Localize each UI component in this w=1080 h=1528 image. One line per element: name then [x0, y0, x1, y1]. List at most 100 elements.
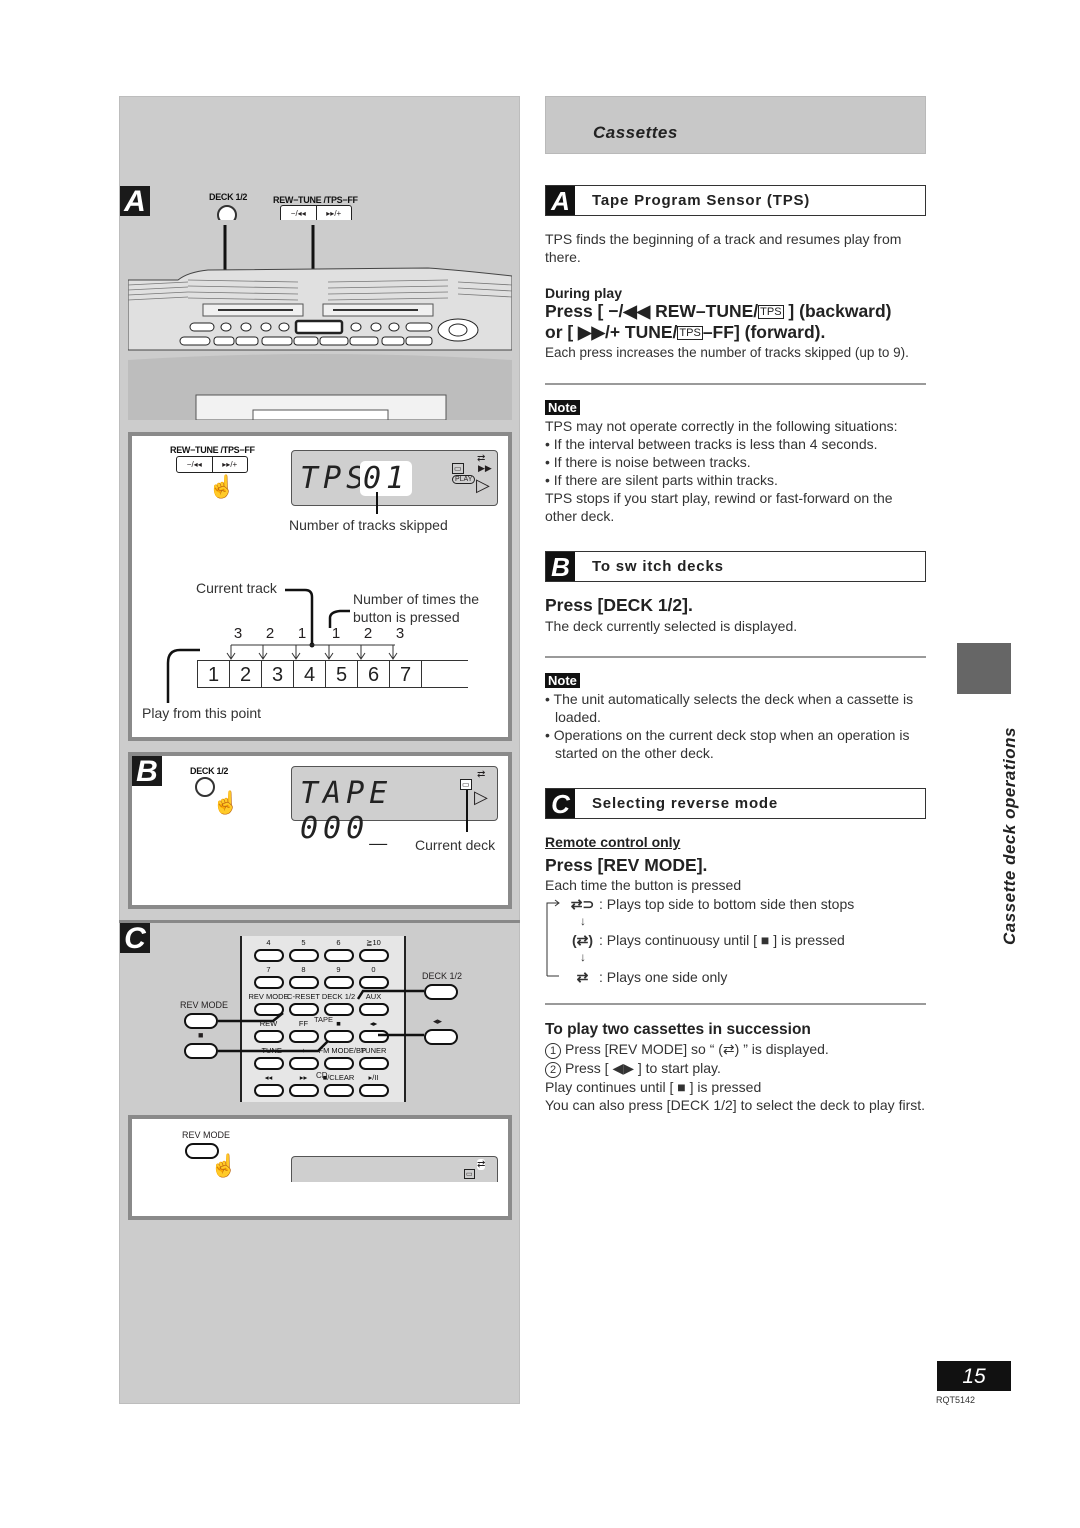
mode-text: : Plays one side only: [599, 969, 728, 985]
down-arrow-icon: ↓: [580, 950, 586, 964]
divider: [545, 1003, 926, 1005]
remote-key-label: 7: [266, 965, 271, 974]
track-cell: 2: [230, 661, 262, 688]
remote-key-button: [358, 1084, 389, 1097]
remote-key-button: [253, 949, 284, 962]
section-a-badge: A: [546, 186, 575, 216]
section-c-detail: Each time the button is pressed: [545, 877, 742, 893]
mode-text: : Plays top side to bottom side then sto…: [599, 896, 855, 912]
deck-button-label: DECK 1/2: [209, 192, 248, 202]
note-a-list: • If the interval between tracks is less…: [545, 435, 926, 489]
note-a-body: TPS may not operate correctly in the fol…: [545, 417, 926, 525]
bullet-text: If there are silent parts within tracks.: [553, 472, 778, 488]
remote-key-button: [288, 1057, 319, 1070]
stop-callout-button: [184, 1043, 218, 1059]
play-callout-button: [424, 1029, 458, 1045]
remote-key: 4: [252, 938, 285, 965]
pointer-line: [376, 492, 378, 514]
note-bullet: • If there is noise between tracks.: [545, 454, 751, 470]
fast-forward-icon: ▶▶: [478, 463, 492, 473]
note-bullet: • Operations on the current deck stop wh…: [545, 727, 910, 761]
remote-key-button: [358, 949, 389, 962]
rev-mode-label-bottom: REV MODE: [182, 1130, 231, 1140]
section-b-detail: The deck currently selected is displayed…: [545, 618, 798, 634]
note-intro: TPS may not operate correctly in the fol…: [545, 418, 898, 434]
section-c-title: Selecting reverse mode: [592, 795, 779, 812]
caption-tracks-skipped: Number of tracks skipped: [289, 517, 448, 533]
remote-only-label: Remote control only: [545, 834, 681, 850]
chapter-label: Cassette deck operations: [1000, 727, 1019, 945]
caption-play-from: Play from this point: [142, 705, 262, 721]
remote-key-button: [323, 1084, 354, 1097]
remote-key-label: 8: [301, 965, 306, 974]
section-a-intro: TPS finds the beginning of a track and r…: [545, 231, 902, 265]
illustration-a-badge: A: [120, 186, 150, 217]
section-c-instruction: Press [REV MODE].: [545, 855, 708, 875]
play-triangle-icon: ▷: [474, 787, 488, 807]
note-bullet: • The unit automatically selects the dec…: [545, 691, 914, 725]
succession-outro: Play continues until [ ■ ] is pressed: [545, 1079, 762, 1095]
rew-tune-label-2: REW−TUNE /TPS−FF: [170, 445, 255, 455]
step-number: 2: [545, 1062, 561, 1078]
bullet-text: If the interval between tracks is less t…: [553, 436, 878, 452]
track-cell: 3: [262, 661, 294, 688]
press-count: 3: [395, 625, 405, 642]
remote-group-cd: CD: [316, 1071, 328, 1080]
remote-key-button: [288, 1084, 319, 1097]
mode-item: ⇄⊃ : Plays top side to bottom side then …: [566, 895, 926, 913]
instruction-text: –FF] (forward).: [702, 322, 826, 342]
section-a-detail: Each press increases the number of track…: [545, 345, 909, 360]
rew-tune-label: REW−TUNE /TPS−FF: [273, 195, 358, 205]
track-cell: 5: [326, 661, 358, 688]
note-badge: Note: [545, 400, 580, 415]
play-triangle-icon: ▷: [476, 475, 490, 495]
remote-key: ▸/II: [357, 1073, 390, 1100]
bullet-text: The unit automatically selects the deck …: [553, 691, 914, 725]
section-b-badge: B: [546, 552, 575, 582]
track-strip: 1 2 3 4 5 6 7: [197, 660, 468, 688]
press-counts-forward: 1 2 3: [320, 625, 416, 642]
mode-item: ⇄ : Plays one side only: [566, 968, 926, 986]
tps-icon: TPS: [677, 326, 703, 340]
instruction-text: ] (backward): [783, 301, 892, 321]
step-text: Press [REV MODE] so “ (⇄) ” is displayed…: [565, 1041, 829, 1057]
bullet-text: If there is noise between tracks.: [553, 454, 751, 470]
rew-button-2: −/◂◂: [177, 457, 213, 472]
cassette-icon: ▭: [460, 779, 472, 790]
section-header-band: Cassettes: [545, 96, 926, 154]
note-bullet: • If the interval between tracks is less…: [545, 436, 878, 452]
chapter-tab: [957, 643, 1011, 694]
remote-key-label: ◂◂: [264, 1073, 273, 1082]
pointer-line: [466, 790, 468, 832]
note-bullet: • If there are silent parts within track…: [545, 472, 778, 488]
track-cell: 1: [198, 661, 230, 688]
lcd-display-partial: ⇄ ▭: [291, 1156, 498, 1182]
page-title: Cassettes: [593, 123, 678, 142]
divider: [545, 656, 926, 658]
track-cell: 6: [358, 661, 390, 688]
cassette-icon: ▭: [464, 1169, 475, 1179]
remote-key-button: [253, 1084, 284, 1097]
remote-key: ◂◂: [252, 1073, 285, 1100]
step-item: 2 Press [ ◀▶ ] to start play.: [545, 1059, 926, 1078]
reverse-once-icon: ⇄⊃: [570, 896, 595, 912]
deck-callout-label: DECK 1/2: [422, 971, 463, 981]
note-label-b: Note: [545, 672, 580, 690]
remote-key-label: 6: [336, 938, 341, 947]
track-cell: 7: [390, 661, 422, 688]
reverse-mode-icon: ⇄: [477, 769, 486, 780]
step-text: Press [ ◀▶ ] to start play.: [565, 1060, 721, 1076]
remote-key-label: 5: [301, 938, 306, 947]
rew-ff-button-pair-2: −/◂◂ ▸▸/+: [176, 456, 248, 473]
tps-icon: TPS: [758, 305, 784, 319]
pressing-hand-icon: ☝: [208, 474, 236, 499]
deck-callout-button: [424, 984, 458, 1000]
succession-outro: You can also press [DECK 1/2] to select …: [545, 1097, 926, 1113]
remote-key-label: ≧10: [366, 938, 381, 947]
divider: [119, 920, 520, 923]
instruction-text: Press [ −/◀◀ REW–TUNE/: [545, 301, 759, 321]
remote-key-button: [288, 949, 319, 962]
play-callout-label: ◂▸: [433, 1016, 443, 1026]
section-b-header: B To sw itch decks: [545, 551, 926, 582]
press-count: 1: [297, 625, 307, 642]
